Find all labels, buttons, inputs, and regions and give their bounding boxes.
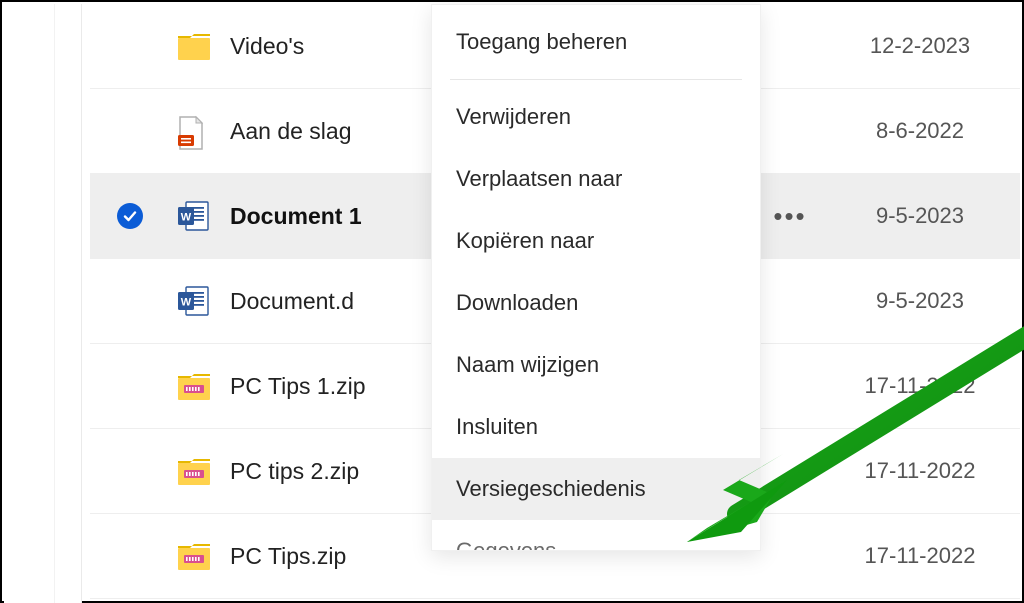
menu-item-download[interactable]: Downloaden — [432, 272, 760, 334]
file-date: 17-11-2022 — [820, 458, 1020, 484]
selection-cell[interactable] — [104, 203, 156, 229]
file-icon-cell — [156, 540, 230, 572]
file-date: 9-5-2023 — [820, 288, 1020, 314]
menu-item-move-to[interactable]: Verplaatsen naar — [432, 148, 760, 210]
svg-text:W: W — [181, 212, 192, 224]
word-icon: W — [176, 199, 210, 233]
pdf-icon — [176, 115, 210, 147]
menu-item-copy-to[interactable]: Kopiëren naar — [432, 210, 760, 272]
folder-icon — [176, 30, 210, 62]
file-date: 12-2-2023 — [820, 33, 1020, 59]
zip-folder-icon — [176, 370, 210, 402]
file-icon-cell — [156, 370, 230, 402]
context-menu[interactable]: Toegang beheren Verwijderen Verplaatsen … — [431, 4, 761, 551]
menu-item-rename[interactable]: Naam wijzigen — [432, 334, 760, 396]
file-icon-cell: W — [156, 199, 230, 233]
file-date: 17-11-2022 — [820, 373, 1020, 399]
menu-item-delete[interactable]: Verwijderen — [432, 86, 760, 148]
zip-folder-icon — [176, 540, 210, 572]
file-icon-cell — [156, 30, 230, 62]
gutter-divider — [54, 4, 55, 603]
menu-item-manage-access[interactable]: Toegang beheren — [432, 11, 760, 73]
left-gutter — [4, 4, 82, 603]
row-actions[interactable]: ••• — [760, 201, 820, 232]
word-icon: W — [176, 284, 210, 318]
menu-item-version-history[interactable]: Versiegeschiedenis — [432, 458, 760, 520]
app-frame: Video's 12-2-2023 Aan de slag — [0, 0, 1024, 603]
file-date: 9-5-2023 — [820, 203, 1020, 229]
menu-item-details[interactable]: Gegevens — [432, 520, 760, 550]
file-date: 17-11-2022 — [820, 543, 1020, 569]
file-icon-cell — [156, 115, 230, 147]
file-icon-cell: W — [156, 284, 230, 318]
menu-item-embed[interactable]: Insluiten — [432, 396, 760, 458]
file-icon-cell — [156, 455, 230, 487]
checkmark-icon — [117, 203, 143, 229]
svg-text:W: W — [181, 297, 192, 309]
menu-divider — [450, 79, 742, 80]
file-date: 8-6-2022 — [820, 118, 1020, 144]
zip-folder-icon — [176, 455, 210, 487]
